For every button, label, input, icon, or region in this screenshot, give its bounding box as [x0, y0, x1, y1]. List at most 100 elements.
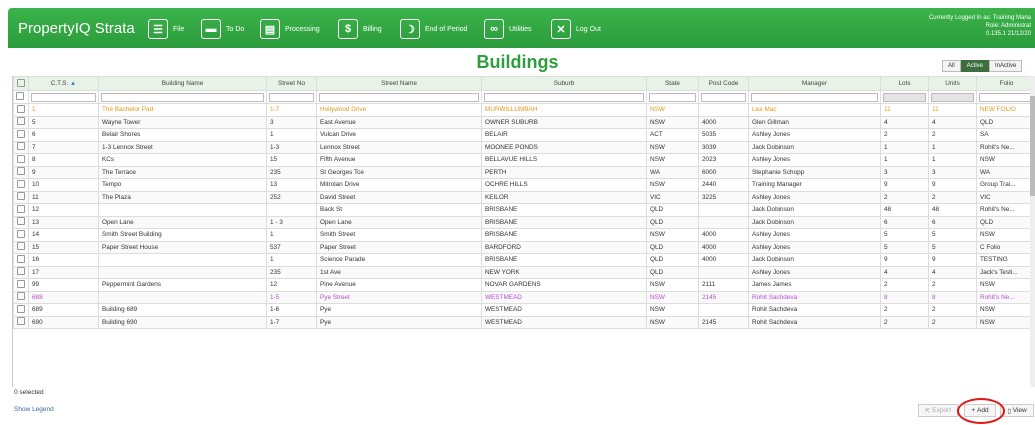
filter-street-name-input[interactable] [319, 92, 479, 102]
row-checkbox[interactable] [13, 253, 29, 267]
table-row[interactable]: 688 1-5 Pye Street WESTMEAD NSW 2145 Rohit Sac… [13, 290, 1035, 304]
column-header-post-code[interactable]: Post Code [698, 76, 749, 91]
view-button[interactable]: ▯ View [1000, 404, 1034, 417]
table-row[interactable]: 5 Wayne Tower 3 East Avenue OWNER SUBURB NSW 4… [13, 115, 1035, 129]
vertical-scrollbar[interactable] [1030, 76, 1035, 387]
cell-state: NSW [646, 303, 699, 317]
table-row[interactable]: 690 Building 690 1-7 Pye WESTMEAD NSW 2145 Rohi… [13, 315, 1035, 329]
cell-pc: 2145 [698, 290, 749, 304]
status-filter-group: All Active InActive [942, 60, 1023, 72]
table-row[interactable]: 1 The Bachelor Pad 1-7 Hollywood Drive MURWI… [13, 103, 1035, 117]
show-legend-link[interactable]: Show Legend [14, 406, 54, 413]
row-checkbox[interactable] [13, 103, 29, 117]
nav-end-of-period[interactable]: ☽ End of Period [400, 18, 467, 40]
filter-active-button[interactable]: Active [960, 60, 990, 72]
column-header-street-name[interactable]: Street Name [316, 76, 482, 91]
column-header-street-no[interactable]: Street No [266, 76, 317, 91]
filter-inactive-button[interactable]: InActive [989, 60, 1023, 72]
table-row[interactable]: 8 KCs 15 Fifth Avenue BELLAVUE HILLS NSW 2023 A… [13, 153, 1035, 167]
cell-name: Open Lane [98, 215, 267, 229]
cell-name: The Bachelor Pad [98, 103, 267, 117]
table-row[interactable]: 7 1-3 Lennox Street 1-3 Lennox Street MOONEE… [13, 140, 1035, 154]
sort-ascending-icon: ▲ [69, 80, 77, 87]
table-row[interactable]: 9 The Terrace 235 St Georges Tce PERTH WA 6000… [13, 165, 1035, 179]
row-checkbox[interactable] [13, 190, 29, 204]
row-checkbox[interactable] [13, 265, 29, 279]
nav-log-out[interactable]: ✕ Log Out [551, 18, 601, 40]
cell-state: NSW [646, 103, 699, 117]
row-checkbox[interactable] [13, 315, 29, 329]
cell-suburb: BRISBANE [481, 253, 647, 267]
close-icon: ✕ [551, 19, 571, 39]
cell-lots: 4 [880, 265, 929, 279]
filter-building-name-input[interactable] [101, 92, 264, 102]
column-header-lots[interactable]: Lots [880, 76, 929, 91]
cell-suburb: OWNER SUBURB [481, 115, 647, 129]
table-row[interactable]: 13 Open Lane 1 - 3 Open Lane BRISBANE QLD Jack… [13, 215, 1035, 229]
row-checkbox[interactable] [13, 303, 29, 317]
row-checkbox[interactable] [13, 140, 29, 154]
filter-suburb-input[interactable] [484, 92, 644, 102]
nav-utilities[interactable]: ∞ Utilities [484, 18, 532, 40]
nav-processing[interactable]: ▤ Processing [260, 18, 320, 40]
column-header-suburb[interactable]: Suburb [481, 76, 647, 91]
select-all-checkbox[interactable] [13, 76, 29, 91]
cell-state: ACT [646, 128, 699, 142]
filter-street-no-input[interactable] [269, 92, 314, 102]
row-checkbox[interactable] [13, 115, 29, 129]
cell-name: Wayne Tower [98, 115, 267, 129]
column-header-units[interactable]: Units [928, 76, 977, 91]
filter-folio-input[interactable] [979, 92, 1034, 102]
filter-lots-input[interactable] [883, 92, 926, 102]
column-header-cts[interactable]: C.T.S. ▲ [28, 76, 99, 91]
table-row[interactable]: 689 Building 689 1-6 Pye WESTMEAD NSW Rohit Sa… [13, 303, 1035, 317]
scrollbar-thumb[interactable] [1030, 96, 1035, 196]
filter-state-input[interactable] [649, 92, 696, 102]
table-row[interactable]: 15 Paper Street House 537 Paper Street BARDF… [13, 240, 1035, 254]
row-checkbox[interactable] [13, 178, 29, 192]
cell-folio: VIC [976, 190, 1035, 204]
nav-todo[interactable]: ▬ To Do [201, 18, 244, 40]
column-header-state[interactable]: State [646, 76, 699, 91]
filter-post-code-input[interactable] [701, 92, 746, 102]
export-button[interactable]: ⇱ Export [918, 404, 958, 417]
table-row[interactable]: 14 Smith Street Building 1 Smith Street BRIS… [13, 228, 1035, 242]
column-header-manager[interactable]: Manager [748, 76, 881, 91]
row-checkbox[interactable] [13, 228, 29, 242]
cell-street: Paper Street [316, 240, 482, 254]
row-checkbox[interactable] [13, 240, 29, 254]
cell-no: 1-6 [266, 303, 317, 317]
filter-row [13, 90, 1035, 104]
cell-cts: 16 [28, 253, 99, 267]
column-header-building-name[interactable]: Building Name [98, 76, 267, 91]
cell-no: 1 [266, 128, 317, 142]
table-row[interactable]: 6 Belair Shores 1 Vulcan Drive BELAIR ACT 5035… [13, 128, 1035, 142]
table-row[interactable]: 11 The Plaza 252 David Street KEILOR VIC 3225 A… [13, 190, 1035, 204]
row-checkbox[interactable] [13, 153, 29, 167]
table-row[interactable]: 99 Peppermint Gardens 12 Pine Avenue NOVAR G… [13, 278, 1035, 292]
column-header-folio[interactable]: Folio [976, 76, 1035, 91]
table-row[interactable]: 16 1 Science Parade BRISBANE QLD 4000 Jack Dob… [13, 253, 1035, 267]
row-checkbox[interactable] [13, 128, 29, 142]
cell-name: KCs [98, 153, 267, 167]
filter-all-button[interactable]: All [942, 60, 961, 72]
row-checkbox[interactable] [13, 290, 29, 304]
row-checkbox[interactable] [13, 165, 29, 179]
filter-cts-input[interactable] [31, 92, 96, 102]
filter-manager-input[interactable] [751, 92, 878, 102]
cell-pc [698, 103, 749, 117]
nav-file[interactable]: ☰ File [148, 18, 184, 40]
row-checkbox[interactable] [13, 203, 29, 217]
cell-lots: 8 [880, 290, 929, 304]
cell-cts: 12 [28, 203, 99, 217]
row-checkbox[interactable] [13, 278, 29, 292]
cell-no: 13 [266, 178, 317, 192]
filter-units-input[interactable] [931, 92, 974, 102]
table-row[interactable]: 17 235 1st Ave NEW YORK QLD Ashley Jones 4 4 Jac… [13, 265, 1035, 279]
table-row[interactable]: 12 Back St BRISBANE QLD Jack Dobinson 48 48 Roh… [13, 203, 1035, 217]
filter-checkbox[interactable] [13, 90, 29, 104]
row-checkbox[interactable] [13, 215, 29, 229]
nav-billing[interactable]: $ Billing [338, 18, 382, 40]
cell-folio: SA [976, 128, 1035, 142]
table-row[interactable]: 10 Tempo 13 Mitrolan Drive OCHRE HILLS NSW 244… [13, 178, 1035, 192]
